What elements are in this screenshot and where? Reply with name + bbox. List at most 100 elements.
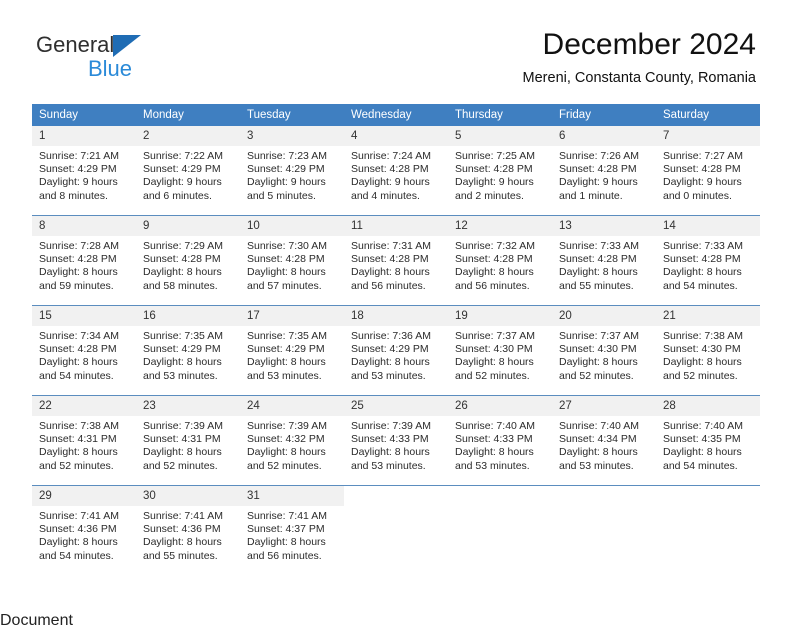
sunset-text: Sunset: 4:28 PM xyxy=(351,253,429,266)
day-details: Sunrise: 7:23 AM Sunset: 4:29 PM Daylight:… xyxy=(240,146,344,203)
calendar-day-cell[interactable]: 16 Sunrise: 7:35 AM Sunset: 4:29 PM Dayligh… xyxy=(136,305,240,396)
day-details: Sunrise: 7:22 AM Sunset: 4:29 PM Daylight:… xyxy=(136,146,240,203)
calendar-day-cell[interactable]: 25 Sunrise: 7:39 AM Sunset: 4:33 PM Dayligh… xyxy=(344,395,448,486)
daylight-text-line2: and 2 minutes. xyxy=(455,189,524,202)
day-cell-inner: 29 Sunrise: 7:41 AM Sunset: 4:36 PM Dayligh… xyxy=(32,486,136,575)
day-cell-inner: 14 Sunrise: 7:33 AM Sunset: 4:28 PM Dayligh… xyxy=(656,216,760,305)
sunrise-text: Sunrise: 7:32 AM xyxy=(455,240,535,252)
day-details: Sunrise: 7:41 AM Sunset: 4:36 PM Daylight:… xyxy=(136,506,240,563)
day-details: Sunrise: 7:41 AM Sunset: 4:37 PM Daylight:… xyxy=(240,506,344,563)
day-number: 28 xyxy=(656,396,760,416)
calendar-header-row: Sunday Monday Tuesday Wednesday Thursday Frid… xyxy=(32,104,760,126)
sunrise-text: Sunrise: 7:39 AM xyxy=(247,420,327,432)
sunset-text: Sunset: 4:28 PM xyxy=(663,163,741,176)
sunrise-text: Sunrise: 7:26 AM xyxy=(559,150,639,162)
daylight-text-line1: Daylight: 9 hours xyxy=(663,176,742,189)
generalblue-logo[interactable]: General Blue xyxy=(36,34,142,80)
daylight-text-line1: Daylight: 8 hours xyxy=(559,356,638,369)
calendar-day-cell[interactable]: 1 Sunrise: 7:21 AM Sunset: 4:29 PM Daylight… xyxy=(32,126,136,216)
day-cell-inner: 6 Sunrise: 7:26 AM Sunset: 4:28 PM Daylight… xyxy=(552,126,656,215)
daylight-text-line1: Daylight: 9 hours xyxy=(247,176,326,189)
day-cell-inner: 15 Sunrise: 7:34 AM Sunset: 4:28 PM Dayligh… xyxy=(32,306,136,395)
calendar-day-cell[interactable]: 31 Sunrise: 7:41 AM Sunset: 4:37 PM Dayligh… xyxy=(240,485,344,575)
day-number: 21 xyxy=(656,306,760,326)
day-cell-inner: 12 Sunrise: 7:32 AM Sunset: 4:28 PM Dayligh… xyxy=(448,216,552,305)
sunrise-text: Sunrise: 7:25 AM xyxy=(455,150,535,162)
calendar-day-cell[interactable]: 19 Sunrise: 7:37 AM Sunset: 4:30 PM Dayligh… xyxy=(448,305,552,396)
sunrise-text: Sunrise: 7:33 AM xyxy=(559,240,639,252)
calendar-week-row: 15 Sunrise: 7:34 AM Sunset: 4:28 PM Dayligh… xyxy=(32,305,760,396)
calendar-day-cell[interactable]: 3 Sunrise: 7:23 AM Sunset: 4:29 PM Daylight… xyxy=(240,126,344,216)
calendar-day-cell[interactable]: 28 Sunrise: 7:40 AM Sunset: 4:35 PM Dayligh… xyxy=(656,395,760,486)
daylight-text-line2: and 54 minutes. xyxy=(663,459,738,472)
calendar-day-cell[interactable]: 17 Sunrise: 7:35 AM Sunset: 4:29 PM Dayligh… xyxy=(240,305,344,396)
sunrise-text: Sunrise: 7:37 AM xyxy=(559,330,639,342)
calendar-day-cell[interactable]: 14 Sunrise: 7:33 AM Sunset: 4:28 PM Dayligh… xyxy=(656,215,760,306)
calendar-day-cell[interactable]: 8 Sunrise: 7:28 AM Sunset: 4:28 PM Daylight… xyxy=(32,215,136,306)
sunrise-text: Sunrise: 7:39 AM xyxy=(351,420,431,432)
day-cell-inner: 5 Sunrise: 7:25 AM Sunset: 4:28 PM Daylight… xyxy=(448,126,552,215)
sunrise-text: Sunrise: 7:31 AM xyxy=(351,240,431,252)
daylight-text-line2: and 52 minutes. xyxy=(143,459,218,472)
weekday-header-tuesday: Tuesday xyxy=(240,104,344,126)
calendar-day-cell[interactable]: 15 Sunrise: 7:34 AM Sunset: 4:28 PM Dayligh… xyxy=(32,305,136,396)
day-number: 4 xyxy=(344,126,448,146)
sunrise-text: Sunrise: 7:24 AM xyxy=(351,150,431,162)
day-details: Sunrise: 7:39 AM Sunset: 4:31 PM Daylight:… xyxy=(136,416,240,473)
calendar-day-cell[interactable]: 12 Sunrise: 7:32 AM Sunset: 4:28 PM Dayligh… xyxy=(448,215,552,306)
calendar-day-cell[interactable]: 9 Sunrise: 7:29 AM Sunset: 4:28 PM Daylight… xyxy=(136,215,240,306)
day-cell-inner: 7 Sunrise: 7:27 AM Sunset: 4:28 PM Daylight… xyxy=(656,126,760,215)
sunset-text: Sunset: 4:28 PM xyxy=(559,163,637,176)
daylight-text-line1: Daylight: 8 hours xyxy=(559,446,638,459)
daylight-text-line2: and 57 minutes. xyxy=(247,279,322,292)
calendar-day-cell[interactable]: 24 Sunrise: 7:39 AM Sunset: 4:32 PM Dayligh… xyxy=(240,395,344,486)
calendar-day-cell[interactable]: 13 Sunrise: 7:33 AM Sunset: 4:28 PM Dayligh… xyxy=(552,215,656,306)
sunset-text: Sunset: 4:28 PM xyxy=(143,253,221,266)
calendar-day-cell[interactable]: 30 Sunrise: 7:41 AM Sunset: 4:36 PM Dayligh… xyxy=(136,485,240,575)
daylight-text-line2: and 54 minutes. xyxy=(39,549,114,562)
day-number: 29 xyxy=(32,486,136,506)
calendar-day-cell[interactable]: 10 Sunrise: 7:30 AM Sunset: 4:28 PM Dayligh… xyxy=(240,215,344,306)
calendar-day-cell[interactable]: 18 Sunrise: 7:36 AM Sunset: 4:29 PM Dayligh… xyxy=(344,305,448,396)
day-number: 8 xyxy=(32,216,136,236)
sunrise-text: Sunrise: 7:38 AM xyxy=(663,330,743,342)
day-cell-inner: 2 Sunrise: 7:22 AM Sunset: 4:29 PM Daylight… xyxy=(136,126,240,215)
sunrise-text: Sunrise: 7:29 AM xyxy=(143,240,223,252)
sunrise-text: Sunrise: 7:22 AM xyxy=(143,150,223,162)
day-number xyxy=(552,486,656,506)
day-details: Sunrise: 7:38 AM Sunset: 4:31 PM Daylight:… xyxy=(32,416,136,473)
page-header: General Blue December 2024 Mereni, Const… xyxy=(0,0,792,86)
calendar-day-cell[interactable]: 21 Sunrise: 7:38 AM Sunset: 4:30 PM Dayligh… xyxy=(656,305,760,396)
title-block: December 2024 Mereni, Constanta County, … xyxy=(523,28,756,86)
calendar-day-cell[interactable]: 7 Sunrise: 7:27 AM Sunset: 4:28 PM Daylight… xyxy=(656,126,760,216)
calendar-day-cell[interactable]: 5 Sunrise: 7:25 AM Sunset: 4:28 PM Daylight… xyxy=(448,126,552,216)
calendar-day-cell[interactable]: 2 Sunrise: 7:22 AM Sunset: 4:29 PM Daylight… xyxy=(136,126,240,216)
day-cell-inner: 24 Sunrise: 7:39 AM Sunset: 4:32 PM Dayligh… xyxy=(240,396,344,485)
calendar-cell-empty xyxy=(656,485,760,575)
day-number: 14 xyxy=(656,216,760,236)
day-cell-inner: 17 Sunrise: 7:35 AM Sunset: 4:29 PM Dayligh… xyxy=(240,306,344,395)
daylight-text-line1: Daylight: 8 hours xyxy=(455,446,534,459)
calendar-day-cell[interactable]: 6 Sunrise: 7:26 AM Sunset: 4:28 PM Daylight… xyxy=(552,126,656,216)
calendar-day-cell[interactable]: 20 Sunrise: 7:37 AM Sunset: 4:30 PM Dayligh… xyxy=(552,305,656,396)
calendar-day-cell[interactable]: 29 Sunrise: 7:41 AM Sunset: 4:36 PM Dayligh… xyxy=(32,485,136,575)
calendar-day-cell[interactable]: 4 Sunrise: 7:24 AM Sunset: 4:28 PM Daylight… xyxy=(344,126,448,216)
calendar-day-cell[interactable]: 27 Sunrise: 7:40 AM Sunset: 4:34 PM Dayligh… xyxy=(552,395,656,486)
daylight-text-line1: Daylight: 8 hours xyxy=(39,356,118,369)
day-cell-inner: 27 Sunrise: 7:40 AM Sunset: 4:34 PM Dayligh… xyxy=(552,396,656,485)
day-number: 15 xyxy=(32,306,136,326)
sunrise-text: Sunrise: 7:33 AM xyxy=(663,240,743,252)
daylight-text-line1: Daylight: 8 hours xyxy=(351,446,430,459)
day-number: 1 xyxy=(32,126,136,146)
calendar-day-cell[interactable]: 23 Sunrise: 7:39 AM Sunset: 4:31 PM Dayligh… xyxy=(136,395,240,486)
daylight-text-line1: Daylight: 8 hours xyxy=(559,266,638,279)
daylight-text-line1: Daylight: 8 hours xyxy=(663,356,742,369)
sunset-text: Sunset: 4:30 PM xyxy=(663,343,741,356)
calendar-day-cell[interactable]: 22 Sunrise: 7:38 AM Sunset: 4:31 PM Dayligh… xyxy=(32,395,136,486)
day-number: 23 xyxy=(136,396,240,416)
day-cell-inner: 4 Sunrise: 7:24 AM Sunset: 4:28 PM Daylight… xyxy=(344,126,448,215)
day-details: Sunrise: 7:24 AM Sunset: 4:28 PM Daylight:… xyxy=(344,146,448,203)
calendar-day-cell[interactable]: 26 Sunrise: 7:40 AM Sunset: 4:33 PM Dayligh… xyxy=(448,395,552,486)
daylight-text-line1: Daylight: 8 hours xyxy=(39,446,118,459)
calendar-day-cell[interactable]: 11 Sunrise: 7:31 AM Sunset: 4:28 PM Dayligh… xyxy=(344,215,448,306)
